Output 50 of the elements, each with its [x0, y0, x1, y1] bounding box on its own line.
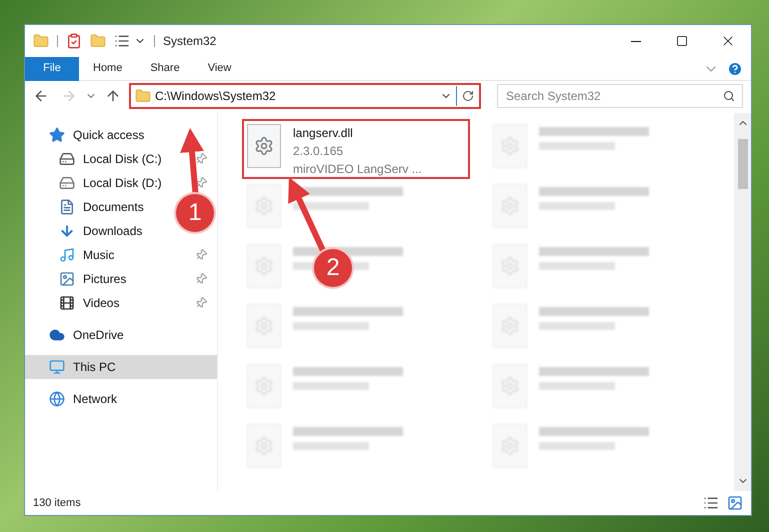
cloud-icon: [49, 327, 65, 343]
document-icon: [59, 199, 75, 215]
ribbon-tab[interactable]: Share: [136, 56, 194, 80]
file-detail: 2.3.0.165: [293, 143, 344, 160]
drive-icon: [59, 175, 75, 191]
minimize-icon: [631, 40, 641, 42]
nav-item[interactable]: Network: [25, 387, 173, 411]
large-icons-view-icon[interactable]: [727, 495, 743, 511]
address-bar[interactable]: C:\Windows\System32: [129, 83, 481, 109]
film-icon: [59, 295, 75, 311]
refresh-icon[interactable]: [462, 90, 474, 102]
music-icon: [59, 247, 75, 263]
nav-item[interactable]: Local Disk (C:): [25, 147, 173, 171]
ribbon-tab[interactable]: View: [194, 56, 246, 80]
help-icon[interactable]: [727, 60, 743, 76]
nav-item[interactable]: OneDrive: [25, 323, 173, 347]
picture-icon: [59, 271, 75, 287]
back-icon[interactable]: [33, 88, 49, 104]
item-count: 130 items: [33, 496, 81, 511]
nav-item[interactable]: Downloads: [25, 219, 173, 243]
address-path: C:\Windows\System32: [155, 88, 277, 105]
star-icon: [49, 127, 65, 143]
download-icon: [59, 223, 75, 239]
drive-icon: [59, 151, 75, 167]
file-tab[interactable]: File: [25, 56, 79, 80]
monitor-icon: [49, 359, 65, 375]
search-icon[interactable]: [723, 90, 735, 102]
gear-icon: [254, 136, 274, 156]
view-icon[interactable]: [114, 33, 130, 49]
file-detail: miroVIDEO LangServ ...: [293, 161, 422, 178]
scrollbar-thumb[interactable]: [738, 139, 748, 189]
network-icon: [49, 391, 65, 407]
nav-item[interactable]: Local Disk (D:): [25, 171, 173, 195]
nav-item[interactable]: This PC: [25, 355, 217, 379]
properties-icon[interactable]: [66, 33, 82, 49]
details-view-icon[interactable]: [703, 495, 719, 511]
maximize-icon: [676, 35, 688, 47]
folder-icon: [135, 88, 151, 104]
nav-item[interactable]: Music: [25, 243, 173, 267]
file-tile[interactable]: langserv.dll 2.3.0.165 miroVIDEO LangServ ...: [242, 119, 470, 179]
nav-item[interactable]: Documents: [25, 195, 173, 219]
window-title: System32: [163, 33, 216, 50]
ribbon-tab[interactable]: Home: [79, 56, 136, 80]
file-name: langserv.dll: [293, 125, 354, 142]
nav-item[interactable]: Videos: [25, 291, 173, 315]
nav-item[interactable]: Pictures: [25, 267, 173, 291]
up-icon[interactable]: [105, 88, 121, 104]
scrollbar[interactable]: [734, 113, 751, 491]
search-field[interactable]: Search System32: [497, 84, 743, 108]
nav-item[interactable]: Quick access: [25, 123, 173, 147]
